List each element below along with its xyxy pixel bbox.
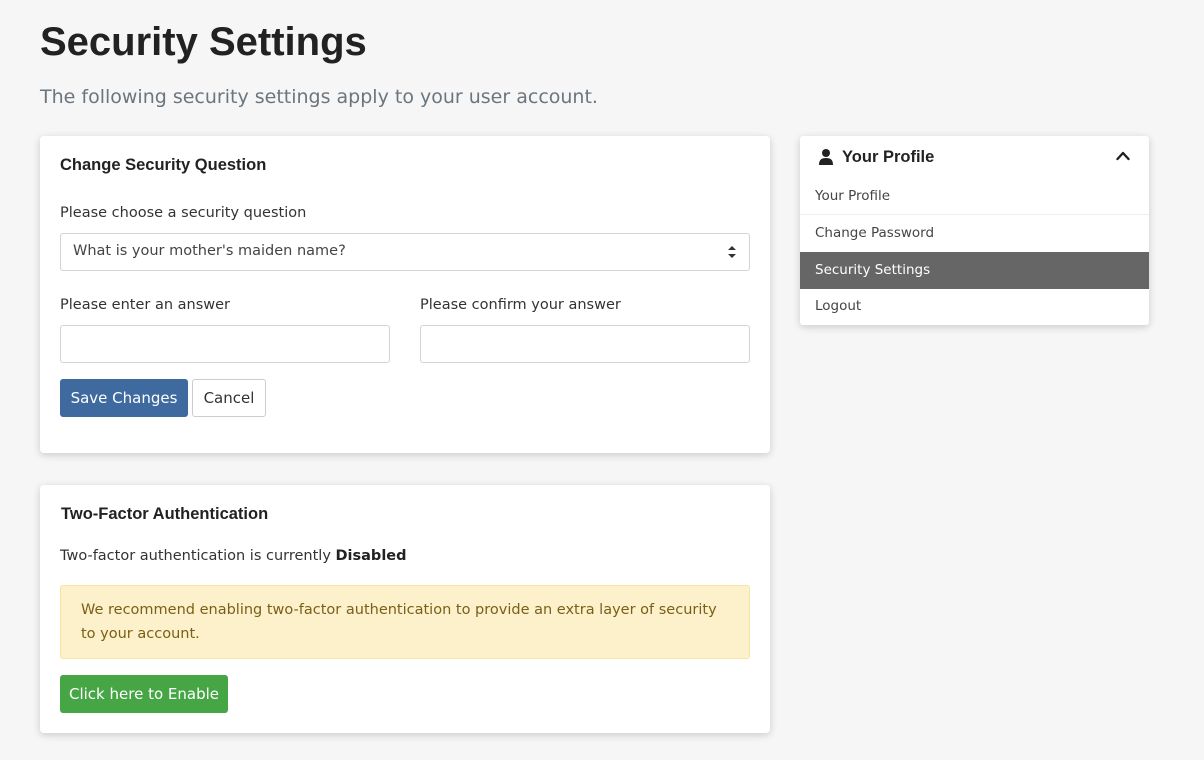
- security-settings-page: Security Settings The following security…: [0, 0, 1204, 760]
- cancel-button[interactable]: Cancel: [192, 379, 266, 417]
- user-icon: [819, 149, 833, 165]
- two-factor-status: Two-factor authentication is currently D…: [60, 548, 407, 564]
- security-question-heading: Change Security Question: [60, 156, 267, 174]
- sidebar-item-your-profile[interactable]: Your Profile: [800, 178, 1149, 215]
- security-question-label: Please choose a security question: [60, 205, 307, 221]
- two-factor-heading: Two-Factor Authentication: [61, 505, 269, 523]
- security-question-card: Change Security Question Please choose a…: [40, 136, 770, 453]
- sidebar-title: Your Profile: [842, 148, 935, 166]
- security-question-selected-value: What is your mother's maiden name?: [73, 243, 346, 259]
- confirm-answer-input[interactable]: [420, 325, 750, 363]
- confirm-answer-label: Please confirm your answer: [420, 297, 621, 313]
- sidebar-item-security-settings[interactable]: Security Settings: [800, 252, 1149, 289]
- two-factor-card: Two-Factor Authentication Two-factor aut…: [40, 485, 770, 733]
- two-factor-status-text: Two-factor authentication is currently: [60, 548, 331, 564]
- answer-input[interactable]: [60, 325, 390, 363]
- two-factor-status-value: Disabled: [335, 548, 407, 564]
- chevron-up-icon: [1116, 151, 1130, 161]
- sidebar-item-change-password[interactable]: Change Password: [800, 215, 1149, 252]
- profile-sidebar: Your Profile Your Profile Change Passwor…: [800, 136, 1149, 325]
- page-title: Security Settings: [40, 20, 367, 64]
- enable-two-factor-button[interactable]: Click here to Enable: [60, 675, 228, 713]
- save-changes-button[interactable]: Save Changes: [60, 379, 188, 417]
- two-factor-recommendation-alert: We recommend enabling two-factor authent…: [60, 585, 750, 659]
- select-arrows-icon: [728, 246, 736, 258]
- answer-label: Please enter an answer: [60, 297, 231, 313]
- page-subtitle: The following security settings apply to…: [40, 86, 598, 108]
- security-question-select[interactable]: What is your mother's maiden name?: [60, 233, 750, 271]
- sidebar-header-toggle[interactable]: Your Profile: [800, 136, 1149, 178]
- sidebar-item-logout[interactable]: Logout: [800, 288, 1149, 325]
